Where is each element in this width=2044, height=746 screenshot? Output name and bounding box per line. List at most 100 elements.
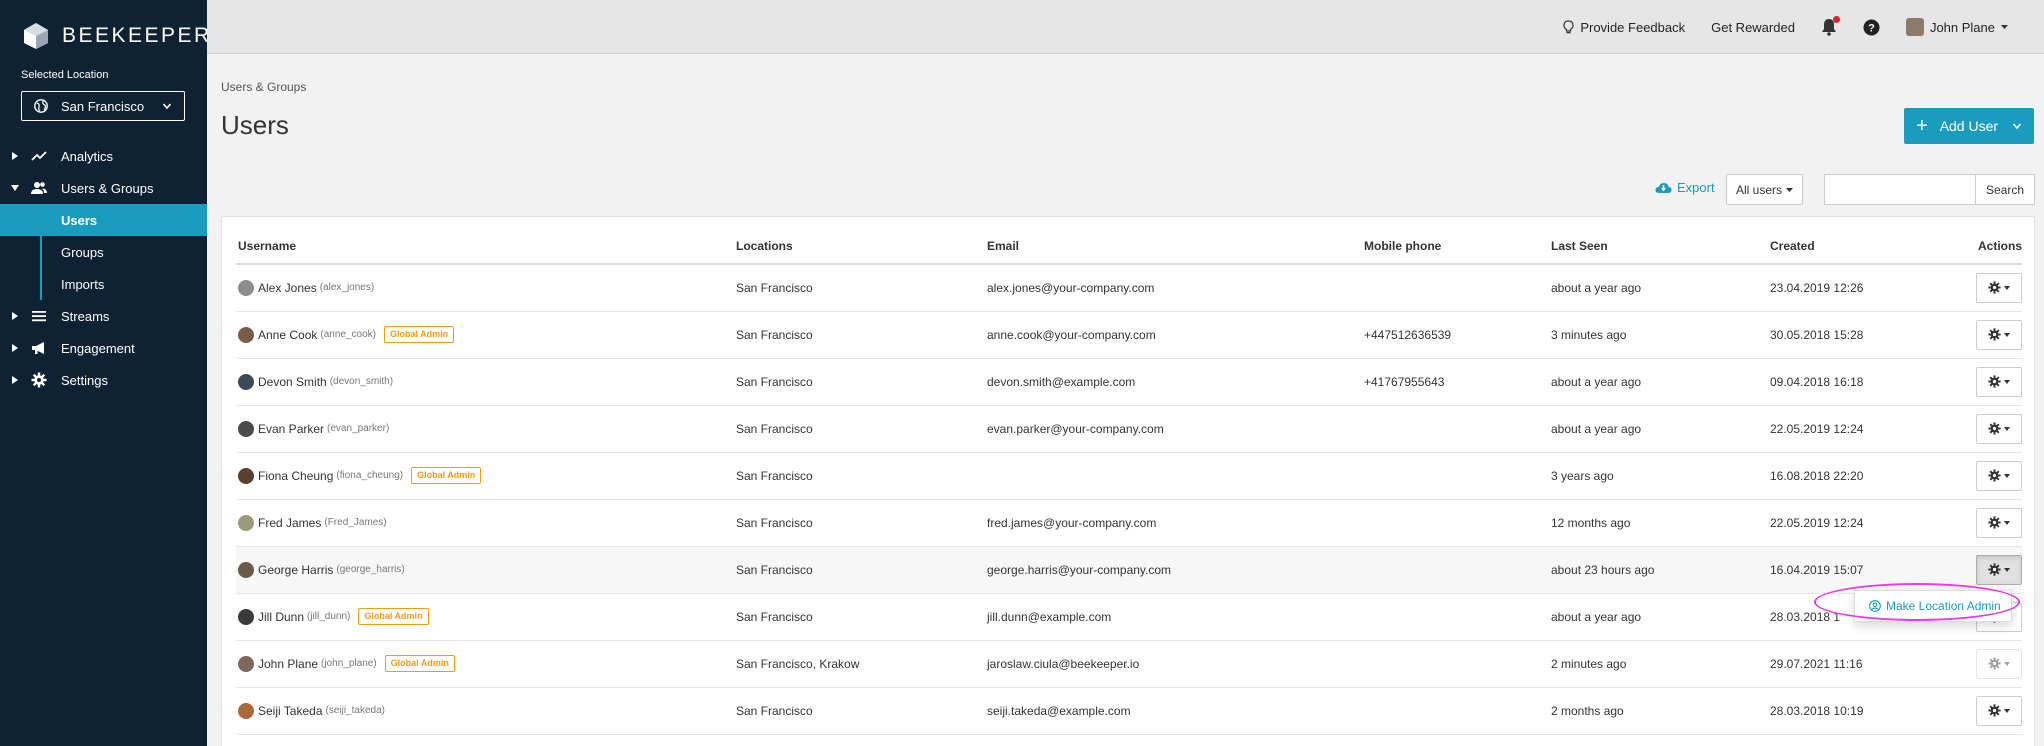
username-cell: Anne Cook (anne_cook) Global Admin xyxy=(236,311,736,359)
help-button[interactable]: ? xyxy=(1863,19,1880,36)
sidebar-item-settings[interactable]: Settings xyxy=(0,364,207,396)
sidebar-item-label: Streams xyxy=(61,308,110,324)
sidebar-subitem-label: Groups xyxy=(61,244,104,260)
caret-down-icon xyxy=(1786,187,1793,192)
caret-down-icon xyxy=(2001,25,2008,29)
last-seen-cell: 2 months ago xyxy=(1551,687,1770,735)
topbar: Provide Feedback Get Rewarded ? John Pla… xyxy=(207,0,2044,54)
mobile-phone-cell xyxy=(1364,499,1551,547)
row-actions-button[interactable] xyxy=(1976,554,2022,585)
username-cell: Seiji Takeda (seiji_takeda) xyxy=(236,687,736,735)
user-circle-icon xyxy=(1869,600,1881,612)
username-cell: Alex Jones (alex_jones) xyxy=(236,264,736,312)
mobile-phone-cell xyxy=(1364,593,1551,641)
row-actions-button[interactable] xyxy=(1976,366,2022,397)
column-header-locations: Locations xyxy=(736,217,987,265)
actions-cell xyxy=(1962,452,2022,500)
mobile-phone-cell xyxy=(1364,264,1551,312)
actions-cell xyxy=(1962,405,2022,453)
search-input[interactable] xyxy=(1824,174,1975,205)
email-cell: fred.james@your-company.com xyxy=(987,499,1364,547)
sidebar-item-engagement[interactable]: Engagement xyxy=(0,332,207,364)
users-table-card: Username Locations Email Mobile phone La… xyxy=(221,216,2035,746)
user-name[interactable]: Anne Cook xyxy=(258,328,317,342)
provide-feedback-link[interactable]: Provide Feedback xyxy=(1563,20,1685,35)
breadcrumb[interactable]: Users & Groups xyxy=(221,80,306,94)
gear-icon xyxy=(1988,657,2001,670)
sidebar-subitem-users[interactable]: Users xyxy=(0,204,207,236)
user-name[interactable]: George Harris xyxy=(258,563,333,577)
email-cell: devon.smith@example.com xyxy=(987,358,1364,406)
caret-down-icon xyxy=(2004,708,2010,713)
caret-right-icon xyxy=(12,152,18,160)
user-filter-label: All users xyxy=(1735,182,1782,197)
provide-feedback-label: Provide Feedback xyxy=(1580,19,1686,35)
get-rewarded-link[interactable]: Get Rewarded xyxy=(1711,20,1795,35)
search-button[interactable]: Search xyxy=(1975,174,2035,205)
user-name[interactable]: Devon Smith xyxy=(258,375,327,389)
locations-cell: San Francisco xyxy=(736,405,987,453)
row-actions-button[interactable] xyxy=(1976,648,2022,679)
locations-cell: San Francisco xyxy=(736,687,987,735)
row-actions-button[interactable] xyxy=(1976,319,2022,350)
table-row: Fred James (Fred_James) San Francisco fr… xyxy=(236,499,2022,547)
row-actions-button[interactable] xyxy=(1976,507,2022,538)
list-icon xyxy=(32,311,46,322)
created-cell: 30.05.2018 15:28 xyxy=(1770,311,1962,359)
global-admin-badge: Global Admin xyxy=(384,655,455,672)
table-row: Anne Cook (anne_cook) Global Admin San F… xyxy=(236,311,2022,359)
get-rewarded-label: Get Rewarded xyxy=(1711,19,1795,35)
make-location-admin-option[interactable]: Make Location Admin xyxy=(1886,599,2001,613)
user-name[interactable]: John Plane xyxy=(258,657,318,671)
location-select[interactable]: San Francisco xyxy=(21,91,185,121)
svg-text:?: ? xyxy=(1868,22,1875,34)
sidebar-item-analytics[interactable]: Analytics xyxy=(0,140,207,172)
add-user-button[interactable]: + Add User xyxy=(1904,108,2034,144)
caret-right-icon xyxy=(12,344,18,352)
created-cell: 22.05.2019 12:24 xyxy=(1770,499,1962,547)
column-header-last-seen: Last Seen xyxy=(1551,217,1770,265)
sidebar-item-label: Settings xyxy=(61,372,108,388)
user-name[interactable]: Fiona Cheung xyxy=(258,469,333,483)
brand[interactable]: BEEKEEPER xyxy=(22,22,212,50)
avatar xyxy=(238,608,254,625)
chevron-down-icon xyxy=(162,103,172,110)
user-handle: (fiona_cheung) xyxy=(336,470,404,481)
locations-cell: San Francisco xyxy=(736,546,987,594)
user-filter-dropdown[interactable]: All users xyxy=(1726,174,1803,205)
column-header-username: Username xyxy=(236,217,736,265)
brand-name: BEEKEEPER xyxy=(62,24,212,47)
row-actions-button[interactable] xyxy=(1976,695,2022,726)
row-actions-button[interactable] xyxy=(1976,460,2022,491)
sidebar-item-users-groups[interactable]: Users & Groups xyxy=(0,172,207,204)
column-header-created: Created xyxy=(1770,217,1962,265)
locations-cell: San Francisco, Krakow xyxy=(736,640,987,688)
email-cell xyxy=(987,452,1364,500)
user-menu-name: John Plane xyxy=(1929,19,1995,35)
row-actions-button[interactable] xyxy=(1976,272,2022,303)
sidebar-subitem-groups[interactable]: Groups xyxy=(0,236,207,268)
caret-down-icon xyxy=(2004,473,2010,478)
caret-down-icon xyxy=(2004,520,2010,525)
user-handle: (jill_dunn) xyxy=(307,611,351,622)
table-row: Evan Parker (evan_parker) San Francisco … xyxy=(236,405,2022,453)
notifications-button[interactable] xyxy=(1821,16,1840,36)
location-select-value: San Francisco xyxy=(61,98,145,114)
locations-cell: San Francisco xyxy=(736,499,987,547)
created-cell: 28.03.2018 10:19 xyxy=(1770,687,1962,735)
sidebar-subitem-imports[interactable]: Imports xyxy=(0,268,207,300)
user-name[interactable]: Alex Jones xyxy=(258,281,317,295)
globe-icon xyxy=(34,99,48,113)
user-menu[interactable]: John Plane xyxy=(1905,18,2008,36)
user-name[interactable]: Fred James xyxy=(258,516,321,530)
locations-cell: San Francisco xyxy=(736,311,987,359)
user-name[interactable]: Jill Dunn xyxy=(258,610,304,624)
last-seen-cell: about a year ago xyxy=(1551,264,1770,312)
row-actions-button[interactable] xyxy=(1976,413,2022,444)
user-name[interactable]: Seiji Takeda xyxy=(258,704,323,718)
sidebar-item-label: Users & Groups xyxy=(61,180,154,196)
export-button[interactable]: Export xyxy=(1655,180,1715,195)
sidebar-subitem-label: Imports xyxy=(61,276,105,292)
user-name[interactable]: Evan Parker xyxy=(258,422,324,436)
sidebar-item-streams[interactable]: Streams xyxy=(0,300,207,332)
